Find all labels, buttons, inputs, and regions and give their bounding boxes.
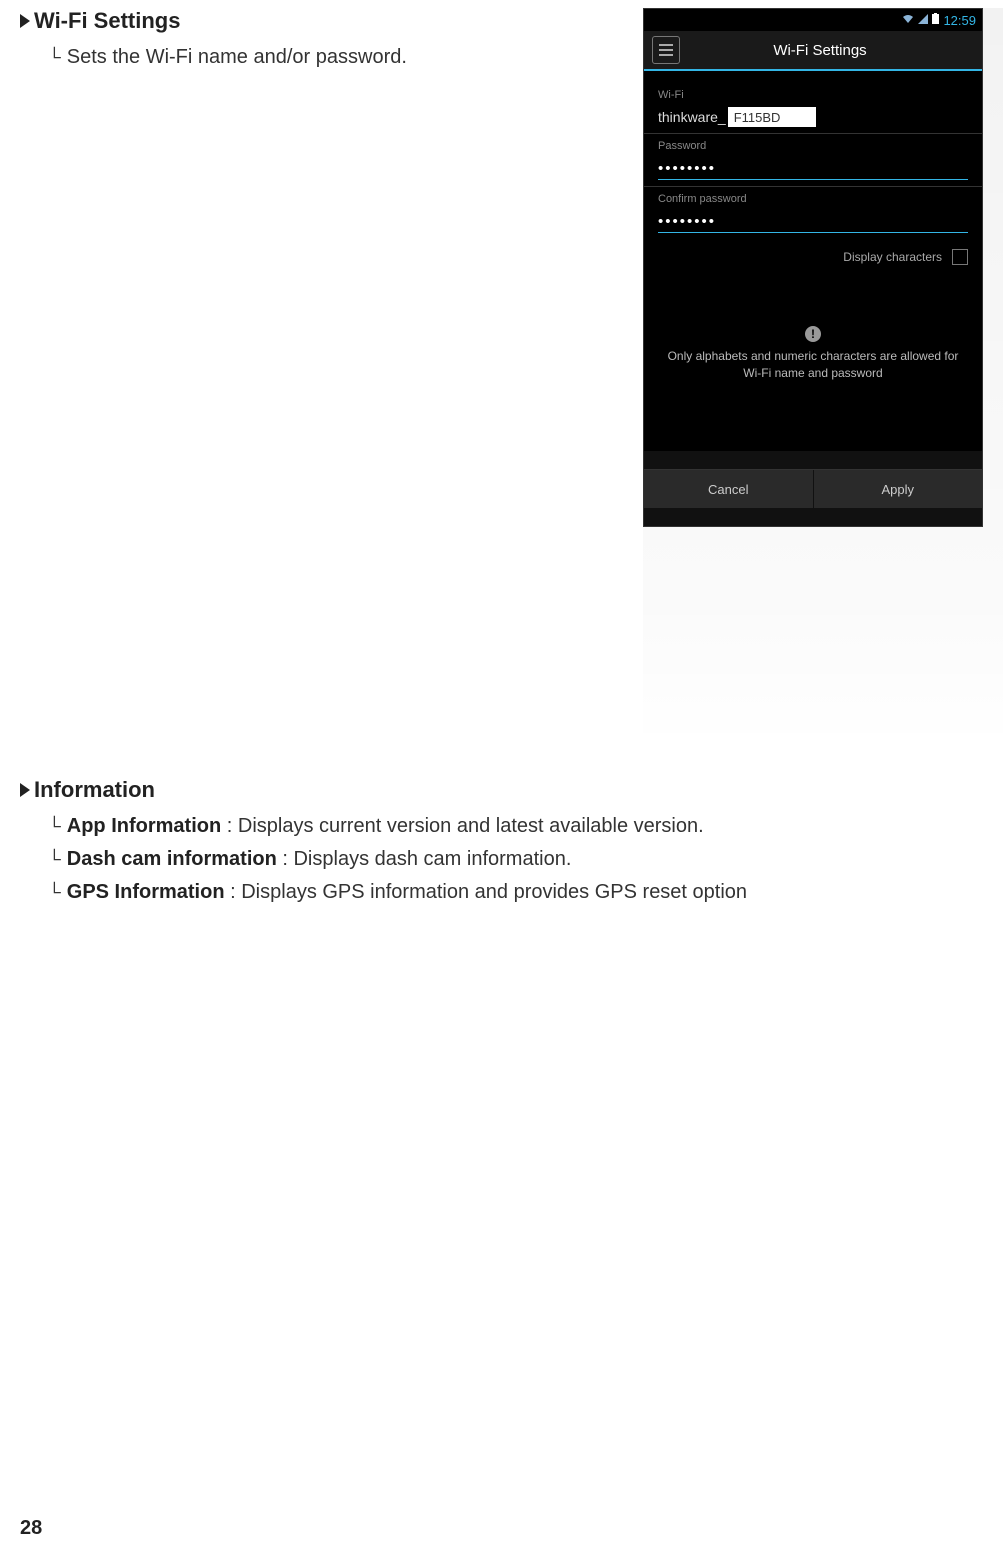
display-characters-label: Display characters [843,250,942,264]
warning-text: Only alphabets and numeric characters ar… [658,348,968,382]
spacer [644,451,982,469]
wifi-icon [902,14,914,27]
info-item-gps: └ GPS Information : Displays GPS informa… [48,881,983,904]
password-label: Password [658,140,968,152]
app-info-label: App Information [67,815,221,837]
app-info-desc: : Displays current version and latest av… [227,815,704,837]
display-characters-row: Display characters [658,249,968,265]
dashcam-info-label: Dash cam information [67,848,277,870]
battery-icon [932,13,939,27]
confirm-password-input[interactable] [658,211,968,233]
dashcam-info-desc: : Displays dash cam information. [282,848,571,870]
cancel-button[interactable]: Cancel [644,470,814,508]
triangle-icon [20,14,30,28]
signal-icon [918,14,928,27]
gps-info-desc: : Displays GPS information and provides … [230,881,747,903]
wifi-settings-header: Wi-Fi Settings [20,8,643,34]
corner-icon: └ [48,883,61,901]
divider [644,133,982,134]
corner-icon: └ [48,817,61,835]
wifi-description: Sets the Wi-Fi name and/or password. [67,46,407,69]
corner-icon: └ [48,850,61,868]
page-number: 28 [20,1517,42,1540]
information-header: Information [20,777,983,803]
wifi-label: Wi-Fi [658,89,968,101]
info-section-title: Information [34,777,155,803]
triangle-icon [20,783,30,797]
wifi-description-row: └ Sets the Wi-Fi name and/or password. [48,46,643,69]
button-row: Cancel Apply [644,469,982,508]
phone-mockup: 12:59 Wi-Fi Settings Wi-Fi thinkware_ [643,8,983,527]
confirm-password-label: Confirm password [658,193,968,205]
gps-info-label: GPS Information [67,881,225,903]
menu-button[interactable] [652,36,680,64]
wifi-name-row: thinkware_ [658,107,968,127]
info-item-app: └ App Information : Displays current ver… [48,815,983,838]
status-time: 12:59 [943,13,976,28]
warning-icon: ! [805,326,821,342]
status-bar: 12:59 [644,9,982,31]
wifi-name-input[interactable] [728,107,816,127]
wifi-section-title: Wi-Fi Settings [34,8,180,34]
app-header: Wi-Fi Settings [644,31,982,71]
wifi-prefix: thinkware_ [658,109,728,125]
info-item-dashcam: └ Dash cam information : Displays dash c… [48,848,983,871]
spacer [644,508,982,526]
password-input[interactable] [658,158,968,180]
corner-icon: └ [48,48,61,66]
warning-block: ! Only alphabets and numeric characters … [658,325,968,382]
divider [644,186,982,187]
form-body: Wi-Fi thinkware_ Password Confirm passwo… [644,71,982,451]
app-header-title: Wi-Fi Settings [696,42,974,59]
display-characters-checkbox[interactable] [952,249,968,265]
apply-button[interactable]: Apply [814,470,983,508]
